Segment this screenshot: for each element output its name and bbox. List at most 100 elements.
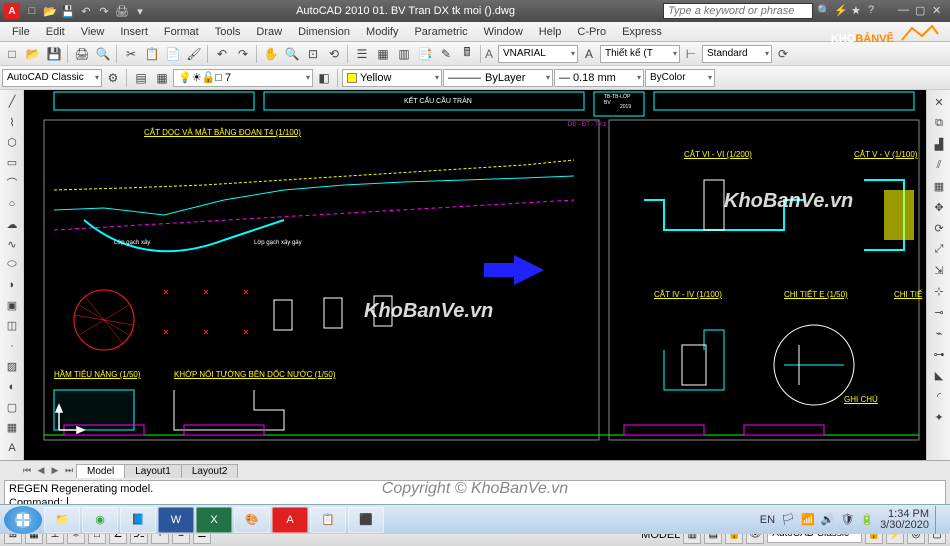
layer-combo[interactable]: 💡 ☀ 🔓 □ 7	[173, 69, 313, 87]
table-icon[interactable]: ▦	[2, 418, 22, 437]
task-paint[interactable]: 🎨	[234, 507, 270, 533]
rotate-icon[interactable]: ⟳	[929, 218, 949, 238]
menu-view[interactable]: View	[73, 24, 113, 40]
designcenter-btn[interactable]: ▦	[373, 44, 393, 64]
task-app2[interactable]: ⬛	[348, 507, 384, 533]
lang-indicator[interactable]: EN	[760, 514, 775, 526]
app-logo[interactable]: A	[4, 3, 20, 19]
sheet-set-btn[interactable]: 📑	[415, 44, 435, 64]
trim-icon[interactable]: ⊹	[929, 281, 949, 301]
comm-center-icon[interactable]: ⚡	[834, 4, 848, 18]
tab-layout1[interactable]: Layout1	[124, 464, 182, 478]
textstyle-combo[interactable]: Thiết kế (T	[600, 45, 680, 63]
bold-btn[interactable]: A	[579, 44, 599, 64]
start-button[interactable]	[4, 506, 42, 534]
dim-icon[interactable]: ⊢	[681, 44, 701, 64]
menu-file[interactable]: File	[4, 24, 38, 40]
lineweight-combo[interactable]: —0.18 mm	[554, 69, 644, 87]
redo-icon[interactable]: ↷	[96, 3, 112, 19]
open-icon[interactable]: 📂	[42, 3, 58, 19]
markup-btn[interactable]: ✎	[436, 44, 456, 64]
tray-battery-icon[interactable]: 🔋	[860, 513, 874, 526]
tab-next-icon[interactable]: ▶	[48, 464, 62, 478]
menu-draw[interactable]: Draw	[248, 24, 290, 40]
zoom-prev-btn[interactable]: ⟲	[324, 44, 344, 64]
gradient-icon[interactable]: ◐	[2, 377, 22, 396]
circle-icon[interactable]: ○	[2, 194, 22, 213]
new-btn[interactable]: □	[2, 44, 22, 64]
close-icon[interactable]: ✕	[932, 4, 946, 18]
properties-btn[interactable]: ☰	[352, 44, 372, 64]
menu-window[interactable]: Window	[476, 24, 531, 40]
search-input[interactable]	[663, 3, 813, 19]
tray-flag-icon[interactable]: 🏳	[781, 513, 795, 526]
mtext-icon[interactable]: A	[2, 439, 22, 458]
spline-icon[interactable]: ∿	[2, 235, 22, 254]
menu-cpro[interactable]: C-Pro	[569, 24, 614, 40]
tab-prev-icon[interactable]: ◀	[34, 464, 48, 478]
save-icon[interactable]: 💾	[60, 3, 76, 19]
task-explorer[interactable]: 📁	[44, 507, 80, 533]
undo-btn[interactable]: ↶	[212, 44, 232, 64]
insert-block-icon[interactable]: ▣	[2, 296, 22, 315]
layer-match-btn[interactable]: ◧	[314, 68, 334, 88]
dim-update-btn[interactable]: ⟳	[773, 44, 793, 64]
font-combo[interactable]: VNARIAL	[498, 45, 578, 63]
tray-volume-icon[interactable]: 🔊	[821, 513, 835, 526]
tab-layout2[interactable]: Layout2	[181, 464, 239, 478]
task-word[interactable]: W	[158, 507, 194, 533]
maximize-icon[interactable]: ▢	[915, 4, 929, 18]
new-icon[interactable]: □	[24, 3, 40, 19]
fillet-icon[interactable]: ◜	[929, 386, 949, 406]
show-desktop-btn[interactable]	[935, 506, 942, 534]
line-icon[interactable]: ╱	[2, 92, 22, 111]
task-coccoc[interactable]: ◉	[82, 507, 118, 533]
layer-props-btn[interactable]: ▤	[131, 68, 151, 88]
search-icon[interactable]: 🔍	[817, 4, 831, 18]
plotstyle-combo[interactable]: ByColor	[645, 69, 715, 87]
tab-model[interactable]: Model	[76, 464, 125, 478]
menu-modify[interactable]: Modify	[358, 24, 406, 40]
minimize-icon[interactable]: —	[898, 4, 912, 18]
ellipse-arc-icon[interactable]: ◗	[2, 276, 22, 295]
workspace-gear-icon[interactable]: ⚙	[103, 68, 123, 88]
redo-btn[interactable]: ↷	[233, 44, 253, 64]
save-btn[interactable]: 💾	[44, 44, 64, 64]
tab-first-icon[interactable]: ⏮	[20, 464, 34, 478]
workspace-combo[interactable]: AutoCAD Classic	[2, 69, 102, 87]
ellipse-icon[interactable]: ⬭	[2, 255, 22, 274]
extend-icon[interactable]: ⊸	[929, 302, 949, 322]
help-icon[interactable]: ?	[868, 4, 882, 18]
zoom-window-btn[interactable]: ⊡	[303, 44, 323, 64]
stretch-icon[interactable]: ⇲	[929, 260, 949, 280]
tray-shield-icon[interactable]: 🛡	[840, 513, 854, 526]
favorites-icon[interactable]: ★	[851, 4, 865, 18]
chamfer-icon[interactable]: ◣	[929, 365, 949, 385]
clock[interactable]: 1:34 PM 3/30/2020	[880, 509, 929, 531]
task-dict[interactable]: 📘	[120, 507, 156, 533]
tray-network-icon[interactable]: 📶	[801, 513, 815, 526]
arc-icon[interactable]: ⌒	[2, 174, 22, 193]
explode-icon[interactable]: ✦	[929, 407, 949, 427]
dimstyle-combo[interactable]: Standard	[702, 45, 772, 63]
layer-states-btn[interactable]: ▦	[152, 68, 172, 88]
pan-btn[interactable]: ✋	[261, 44, 281, 64]
offset-icon[interactable]: ⫽	[929, 155, 949, 175]
region-icon[interactable]: ▢	[2, 398, 22, 417]
cut-btn[interactable]: ✂	[121, 44, 141, 64]
color-combo[interactable]: Yellow	[342, 69, 442, 87]
open-btn[interactable]: 📂	[23, 44, 43, 64]
print-icon[interactable]: 🖨	[114, 3, 130, 19]
preview-btn[interactable]: 🔍	[93, 44, 113, 64]
paste-btn[interactable]: 📄	[163, 44, 183, 64]
copy-btn[interactable]: 📋	[142, 44, 162, 64]
copy-obj-icon[interactable]: ⧉	[929, 113, 949, 133]
menu-insert[interactable]: Insert	[112, 24, 156, 40]
scale-icon[interactable]: ⤢	[929, 239, 949, 259]
break-icon[interactable]: ⌁	[929, 323, 949, 343]
revcloud-icon[interactable]: ☁	[2, 214, 22, 233]
join-icon[interactable]: ⊶	[929, 344, 949, 364]
mirror-icon[interactable]: ▟	[929, 134, 949, 154]
rectangle-icon[interactable]: ▭	[2, 153, 22, 172]
hatch-icon[interactable]: ▨	[2, 357, 22, 376]
